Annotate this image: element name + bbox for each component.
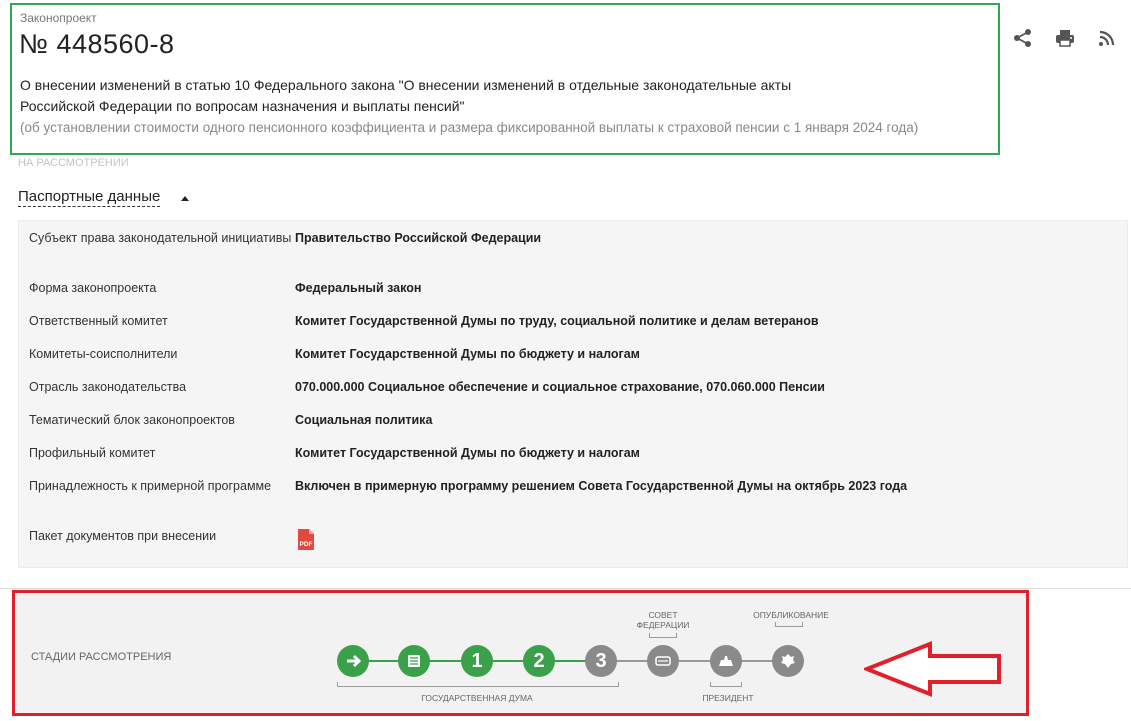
passport-row: Комитеты-соисполнители Комитет Государст… <box>19 337 1127 370</box>
president-bracket <box>710 682 742 687</box>
passport-toggle[interactable]: Паспортные данные <box>18 188 161 207</box>
stage-introduction[interactable] <box>337 645 369 677</box>
duma-bracket <box>337 682 619 687</box>
emblem-icon <box>781 654 795 668</box>
passport-key: Пакет документов при внесении <box>29 529 217 543</box>
passport-key: Форма законопроекта <box>29 281 157 295</box>
passport-row: Ответственный комитет Комитет Государств… <box>19 304 1127 337</box>
passport-value: 070.000.000 Социальное обеспечение и соц… <box>295 380 825 394</box>
bill-title-line: Российской Федерации по вопросам назначе… <box>20 98 465 114</box>
duma-label: ГОСУДАРСТВЕННАЯ ДУМА <box>421 693 533 703</box>
bill-title: О внесении изменений в статью 10 Федерал… <box>20 75 920 117</box>
bill-title-line: О внесении изменений в статью 10 Федерал… <box>20 77 792 93</box>
passport-row: Отрасль законодательства 070.000.000 Соц… <box>19 370 1127 403</box>
passport-value: PDF <box>295 528 1127 556</box>
stage-president[interactable] <box>710 645 742 677</box>
share-icon[interactable] <box>1013 28 1033 48</box>
council-bracket <box>649 633 677 638</box>
passport-key: Тематический блок законопроектов <box>29 413 235 427</box>
published-label: ОПУБЛИКОВАНИЕ <box>753 610 829 620</box>
chevron-up-icon[interactable] <box>181 196 189 201</box>
passport-value: Правительство Российской Федерации <box>295 231 542 245</box>
president-label: ПРЕЗИДЕНТ <box>702 693 754 703</box>
council-icon <box>655 656 671 666</box>
bill-number: № 448560-8 <box>19 29 175 59</box>
passport-value: Комитет Государственной Думы по бюджету … <box>295 446 640 460</box>
stage-reading-3[interactable]: 3 <box>585 645 617 677</box>
bill-header: Законопроект № 448560-8 О внесении измен… <box>10 3 1000 155</box>
passport-value: Комитет Государственной Думы по бюджету … <box>295 347 640 361</box>
stage-federation-council[interactable] <box>647 645 679 677</box>
passport-value: Социальная политика <box>295 413 433 427</box>
passport-key: Комитеты-соисполнители <box>29 347 178 361</box>
president-icon <box>719 656 733 666</box>
passport-value: Федеральный закон <box>295 281 422 295</box>
passport-value: Включен в примерную программу решением С… <box>295 479 908 493</box>
section-divider <box>0 588 1131 589</box>
print-icon[interactable] <box>1055 28 1075 48</box>
passport-value: Комитет Государственной Думы по труду, с… <box>295 314 819 328</box>
passport-row: Тематический блок законопроектов Социаль… <box>19 403 1127 436</box>
passport-row: Профильный комитет Комитет Государственн… <box>19 436 1127 469</box>
stage-connector-pending <box>601 660 783 662</box>
bill-status: НА РАССМОТРЕНИИ <box>18 157 129 169</box>
passport-row: Субъект права законодательной инициативы… <box>19 221 1127 271</box>
passport-table: Субъект права законодательной инициативы… <box>18 220 1128 568</box>
passport-row: Принадлежность к примерной программе Вкл… <box>19 469 1127 519</box>
arrow-right-icon <box>347 654 362 668</box>
document-list-icon <box>408 655 420 667</box>
bill-note: (об установлении стоимости одного пенсио… <box>20 120 919 135</box>
stage-reading-1[interactable]: 1 <box>461 645 493 677</box>
stage-preliminary[interactable] <box>398 645 430 677</box>
council-label: СОВЕТ ФЕДЕРАЦИИ <box>636 610 690 630</box>
pdf-icon[interactable]: PDF <box>295 528 317 552</box>
passport-key: Отрасль законодательства <box>29 380 187 394</box>
pdf-label: PDF <box>300 541 313 548</box>
published-bracket <box>775 622 803 627</box>
toolbar <box>1013 28 1117 48</box>
passport-row: Форма законопроекта Федеральный закон <box>19 271 1127 304</box>
stage-publication[interactable] <box>772 645 804 677</box>
bill-type-label: Законопроект <box>20 11 97 25</box>
annotation-arrow-icon <box>864 641 1001 697</box>
rss-icon[interactable] <box>1097 28 1117 48</box>
passport-key: Профильный комитет <box>29 446 156 460</box>
passport-key: Принадлежность к примерной программе <box>29 479 272 493</box>
passport-row: Пакет документов при внесении PDF <box>19 519 1127 567</box>
passport-key: Ответственный комитет <box>29 314 168 328</box>
passport-key: Субъект права законодательной инициативы <box>29 231 292 245</box>
stage-reading-2[interactable]: 2 <box>523 645 555 677</box>
stages-label: СТАДИИ РАССМОТРЕНИЯ <box>31 651 172 663</box>
